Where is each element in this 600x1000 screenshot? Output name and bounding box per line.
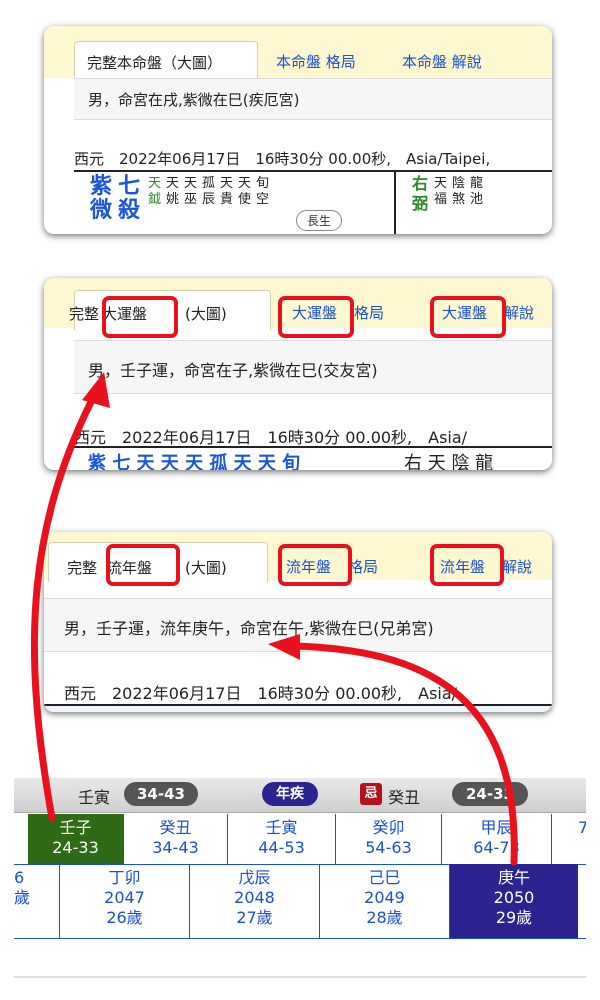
tab-annual-pattern-rest[interactable]: 格局 xyxy=(348,556,378,577)
star-row: 紫 七 天 天 天 孤 天 天 旬 右 天 陰 龍 xyxy=(74,446,552,470)
tab-full-natal[interactable]: 完整本命盤（大圖） xyxy=(74,41,258,80)
year-age: 29歲 xyxy=(495,908,533,927)
decade-cell[interactable]: 壬寅 44-53 xyxy=(228,814,336,864)
birth-datetime: 西元 2022年06月17日 16時30分 00.00秒, Asia/Taipe… xyxy=(74,150,491,168)
decade-cell[interactable]: 癸卯 54-63 xyxy=(336,814,442,864)
decade-range: 34-43 xyxy=(152,838,199,857)
year-stem: 庚午 xyxy=(497,868,530,887)
star-tianfu: 天福 xyxy=(434,176,448,207)
star-tianshi: 天使 xyxy=(238,176,252,207)
year-number: 2048 xyxy=(234,888,275,907)
highlight-box xyxy=(102,296,178,338)
star-tianyue: 天鉞 xyxy=(148,176,162,207)
card-header: 完整本命盤（大圖） 本命盤 格局 本命盤 解說 xyxy=(44,26,552,80)
birth-datetime: 西元 2022年06月17日 16時30分 00.00秒, Asia/ xyxy=(74,428,468,447)
panel-bottom-edge xyxy=(14,976,586,978)
chart-card-annual: 完整 流年盤 (大圖) 流年盤 格局 流年盤 解說 男，壬子運，流年庚午，命宮在… xyxy=(44,532,552,712)
star-tiangui: 天貴 xyxy=(220,176,234,207)
year-stem: 己巳 xyxy=(368,868,401,887)
star-tianwu: 天巫 xyxy=(184,176,198,207)
annual-illness-pill[interactable]: 年疾 xyxy=(262,782,318,806)
tab-decade-explain-rest[interactable]: 解說 xyxy=(504,302,534,323)
year-cell[interactable]: 己巳 2049 28歲 xyxy=(320,864,450,938)
decade-cell[interactable]: 7 xyxy=(552,814,586,864)
chart-card-decade: 完整 大運盤 (大圖) 大運盤 格局 大運盤 解說 男，壬子運，命宮在子,紫微在… xyxy=(44,278,552,470)
decade-cell[interactable]: 癸丑 34-43 xyxy=(124,814,228,864)
decade-stem: 癸卯 xyxy=(372,818,405,837)
tab-full-annual-suffix: (大圖) xyxy=(185,559,227,577)
star-qisha: 七殺 xyxy=(118,173,141,223)
year-cell[interactable]: 丁卯 2047 26歲 xyxy=(60,864,190,938)
year-row: 6 歲 丁卯 2047 26歲 戊辰 2048 27歲 己巳 2049 28歲 … xyxy=(14,864,586,939)
decade-range: 7 xyxy=(578,818,586,837)
range-pill-24-33[interactable]: 24-33 xyxy=(452,782,528,806)
tab-natal-explain[interactable]: 本命盤 解說 xyxy=(402,51,482,72)
chart-summary-row: 男，壬子運，命宮在子,紫微在巳(交友宮) xyxy=(74,340,552,394)
highlight-box xyxy=(106,544,180,586)
decade-stem: 癸丑 xyxy=(159,818,192,837)
decade-stem: 壬子 xyxy=(59,818,92,837)
star-row-right: 右 天 陰 龍 xyxy=(404,453,494,470)
strip-label-renyin: 壬寅 xyxy=(78,788,111,807)
star-longchi: 龍池 xyxy=(470,176,484,207)
year-age: 27歲 xyxy=(236,908,273,927)
palace-timeline: 壬寅 34-43 年疾 忌 癸丑 24-33 壬子 24-33 癸丑 34-43… xyxy=(14,748,586,988)
tab-decade-pattern-rest[interactable]: 格局 xyxy=(354,302,384,323)
highlight-box xyxy=(278,544,352,586)
year-cell-selected[interactable]: 庚午 2050 29歲 xyxy=(450,864,578,938)
decade-cell-selected[interactable]: 壬子 24-33 xyxy=(28,814,124,864)
tab-full-annual-prefix: 完整 xyxy=(67,559,98,577)
birth-datetime: 西元 2022年06月17日 16時30分 00.00秒, Asia/ xyxy=(64,684,458,703)
highlight-box xyxy=(430,296,506,338)
star-youbi: 右弼 xyxy=(412,174,429,213)
year-cell[interactable]: 戊辰 2048 27歲 xyxy=(190,864,320,938)
chart-summary-row: 男，壬子運，流年庚午，命宮在午,紫微在巳(兄弟宮) xyxy=(44,598,552,652)
decade-range: 54-63 xyxy=(365,838,412,857)
decade-range: 64-73 xyxy=(473,838,520,857)
chart-card-natal: 完整本命盤（大圖） 本命盤 格局 本命盤 解說 男，命宮在戌,紫微在巳(疾厄宮)… xyxy=(44,26,552,234)
year-age: 歲 xyxy=(14,888,31,907)
tab-full-natal-label: 完整本命盤（大圖） xyxy=(87,54,223,72)
decade-cell[interactable]: 甲辰 64-73 xyxy=(442,814,552,864)
decade-row: 壬子 24-33 癸丑 34-43 壬寅 44-53 癸卯 54-63 甲辰 6… xyxy=(14,814,586,865)
chart-summary-row: 男，命宮在戌,紫微在巳(疾厄宮) xyxy=(74,78,552,120)
palace-header-strip: 壬寅 34-43 年疾 忌 癸丑 24-33 xyxy=(14,778,586,813)
year-number: 2047 xyxy=(104,888,145,907)
star-row-left: 紫 七 天 天 天 孤 天 天 旬 xyxy=(88,453,301,470)
palace-divider xyxy=(394,172,396,234)
tab-natal-pattern[interactable]: 本命盤 格局 xyxy=(276,51,356,72)
tab-annual-explain-rest[interactable]: 解說 xyxy=(502,556,532,577)
chart-summary: 男，壬子運，命宮在子,紫微在巳(交友宮) xyxy=(88,361,378,380)
decade-range: 44-53 xyxy=(258,838,305,857)
year-stem: 丁卯 xyxy=(108,868,141,887)
decade-stem: 壬寅 xyxy=(265,818,298,837)
year-age: 26歲 xyxy=(106,908,143,927)
star-tianyao: 天姚 xyxy=(166,176,180,207)
year-stem: 戊辰 xyxy=(238,868,271,887)
ji-badge: 忌 xyxy=(360,783,382,805)
strip-label-guichou: 癸丑 xyxy=(388,788,421,807)
year-number: 6 xyxy=(14,868,25,887)
decade-range: 24-33 xyxy=(52,838,99,857)
highlight-box xyxy=(278,296,354,338)
year-number: 2050 xyxy=(493,888,535,907)
star-row xyxy=(44,704,552,712)
year-age: 28歲 xyxy=(366,908,403,927)
star-yinsha: 陰煞 xyxy=(452,176,466,207)
tab-full-decade-suffix: (大圖) xyxy=(185,305,227,323)
year-cell[interactable]: 6 歲 xyxy=(14,864,60,938)
chart-summary: 男，命宮在戌,紫微在巳(疾厄宮) xyxy=(88,91,300,109)
star-ziwei: 紫微 xyxy=(90,173,113,223)
status-badge: 長生 xyxy=(296,210,343,231)
highlight-box xyxy=(430,544,504,586)
tab-full-decade-prefix: 完整 xyxy=(69,305,100,323)
star-xunkong: 旬空 xyxy=(256,176,270,207)
range-pill-34-43[interactable]: 34-43 xyxy=(124,782,198,806)
chart-summary: 男，壬子運，流年庚午，命宮在午,紫微在巳(兄弟宮) xyxy=(64,619,434,638)
decade-stem: 甲辰 xyxy=(480,818,513,837)
year-number: 2049 xyxy=(364,888,405,907)
star-guchen: 孤辰 xyxy=(202,176,216,207)
star-row: 紫微 七殺 天鉞 天姚 天巫 孤辰 天貴 天使 旬空 長生 右弼 天福 陰煞 龍… xyxy=(74,170,552,234)
